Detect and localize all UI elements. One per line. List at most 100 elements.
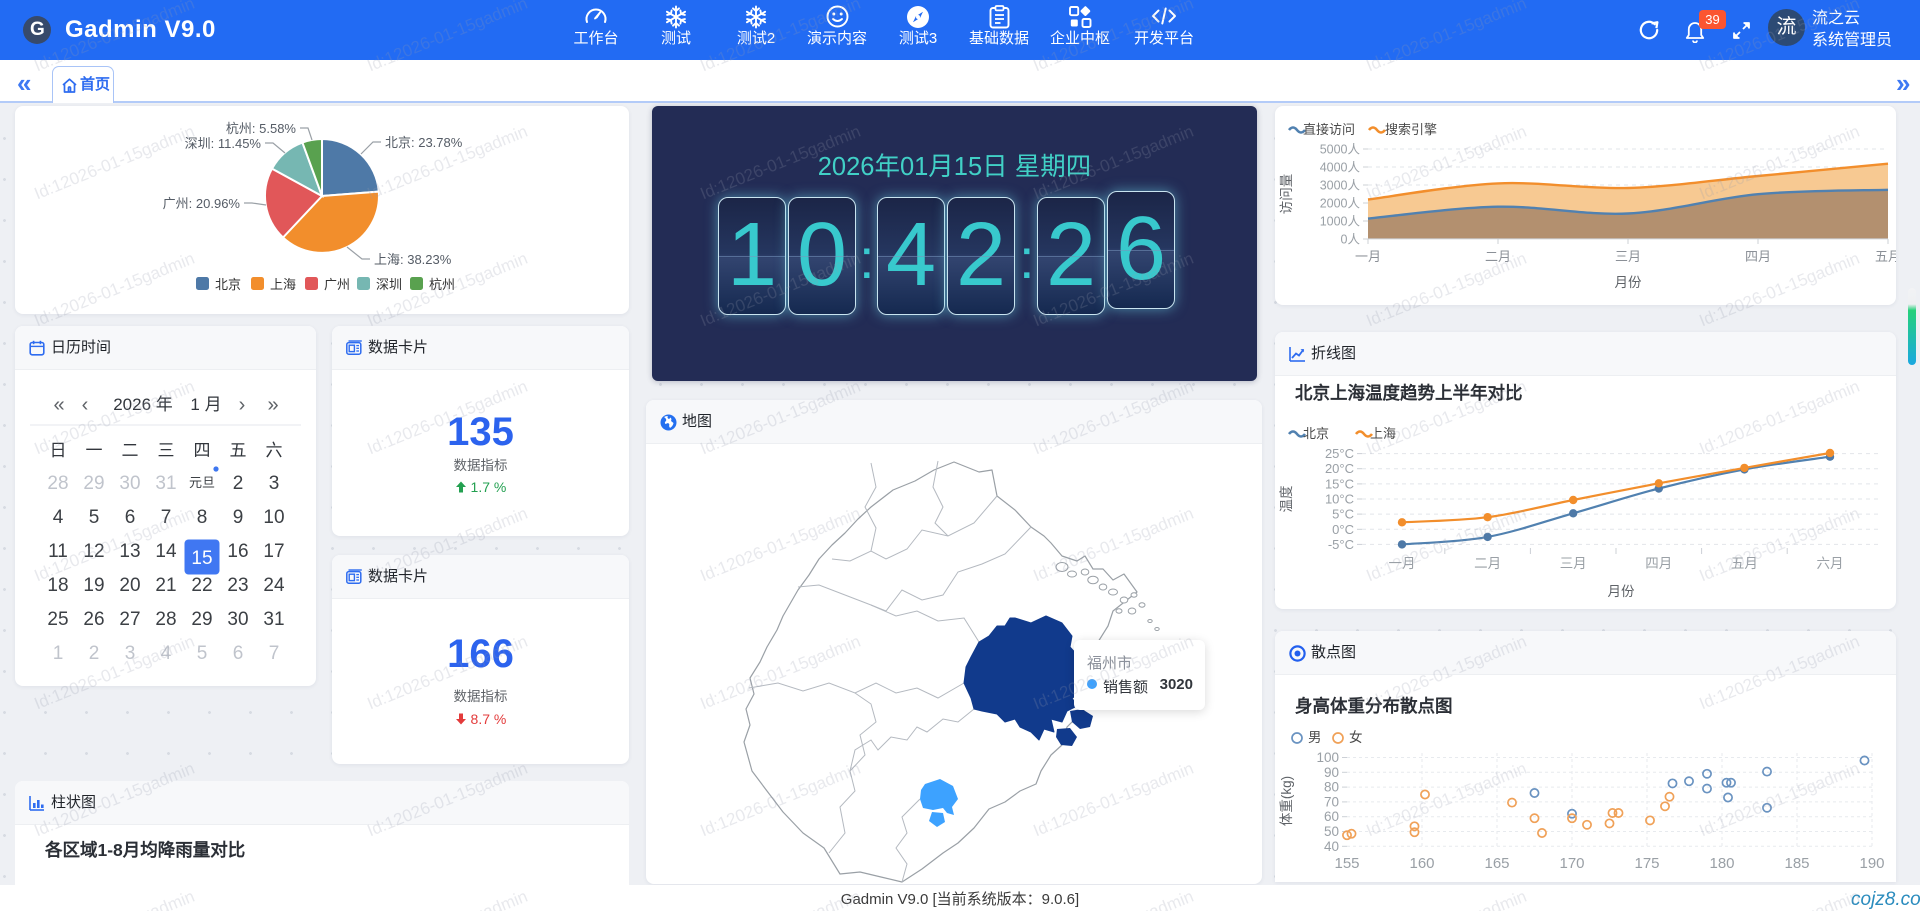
svg-text:杭州: 杭州 [429, 277, 455, 292]
svg-text:0°C: 0°C [1332, 522, 1354, 537]
svg-text:180: 180 [1709, 855, 1734, 872]
svg-text:六: 六 [266, 441, 283, 460]
svg-text:1 月: 1 月 [190, 395, 221, 414]
svg-text:24: 24 [263, 575, 285, 596]
svg-text:四月: 四月 [1745, 249, 1771, 264]
svg-text:29: 29 [191, 609, 212, 630]
svg-text:5: 5 [89, 507, 100, 528]
svg-text:广州: 广州 [324, 277, 350, 292]
svg-text:北京: 北京 [215, 277, 241, 292]
svg-text:0人: 0人 [1341, 233, 1361, 247]
svg-text:8: 8 [197, 507, 208, 528]
svg-text:北京: 北京 [1303, 426, 1329, 441]
svg-text:上海: 上海 [270, 277, 296, 292]
svg-text:3: 3 [125, 643, 136, 664]
svg-text:女: 女 [1349, 729, 1363, 745]
svg-text:四: 四 [194, 441, 211, 460]
svg-text:北京: 23.78%: 北京: 23.78% [385, 135, 463, 150]
svg-text:14: 14 [155, 541, 177, 562]
svg-text:7: 7 [269, 643, 280, 664]
svg-text:-5°C: -5°C [1328, 537, 1354, 552]
svg-text:10: 10 [263, 507, 284, 528]
svg-text:20°C: 20°C [1325, 461, 1354, 476]
svg-text:175: 175 [1634, 855, 1659, 872]
svg-text:月份: 月份 [1615, 275, 1643, 290]
svg-text:80: 80 [1324, 780, 1339, 795]
svg-text:1000人: 1000人 [1320, 215, 1361, 229]
svg-text:27: 27 [119, 609, 140, 630]
svg-text:搜索引擎: 搜索引擎 [1385, 122, 1437, 137]
svg-text:直接访问: 直接访问 [1303, 122, 1355, 137]
svg-text:6: 6 [125, 507, 136, 528]
svg-text:28: 28 [47, 473, 68, 494]
svg-text:50: 50 [1324, 824, 1339, 839]
svg-text:四月: 四月 [1645, 556, 1672, 571]
svg-text:26: 26 [83, 609, 104, 630]
svg-text:160: 160 [1409, 855, 1434, 872]
svg-text:‹: ‹ [82, 394, 89, 416]
svg-text:三月: 三月 [1560, 556, 1587, 571]
svg-text:一月: 一月 [1389, 556, 1416, 571]
svg-text:4000人: 4000人 [1320, 161, 1361, 175]
svg-text:上海: 38.23%: 上海: 38.23% [374, 252, 452, 267]
svg-text:男: 男 [1308, 730, 1322, 745]
svg-text:五月: 五月 [1875, 249, 1896, 264]
svg-text:40: 40 [1324, 839, 1339, 854]
svg-text:深圳: 11.45%: 深圳: 11.45% [185, 136, 262, 151]
svg-text:30: 30 [227, 609, 248, 630]
svg-text:25: 25 [47, 609, 68, 630]
svg-text:广州: 20.96%: 广州: 20.96% [163, 196, 241, 211]
svg-text:温度: 温度 [1279, 486, 1294, 513]
svg-text:五: 五 [230, 441, 247, 460]
svg-text:165: 165 [1484, 855, 1509, 872]
svg-text:12: 12 [83, 541, 104, 562]
svg-text:五月: 五月 [1731, 556, 1758, 571]
svg-text:5000人: 5000人 [1320, 143, 1361, 157]
svg-text:11: 11 [48, 541, 68, 562]
svg-text:9: 9 [233, 507, 244, 528]
svg-text:2000人: 2000人 [1320, 197, 1361, 211]
svg-text:155: 155 [1334, 855, 1359, 872]
svg-text:185: 185 [1784, 855, 1809, 872]
svg-text:30: 30 [119, 473, 140, 494]
svg-text:»: » [267, 394, 278, 416]
svg-text:一月: 一月 [1355, 249, 1381, 264]
svg-text:«: « [53, 394, 64, 416]
svg-text:体重(kg): 体重(kg) [1279, 776, 1294, 826]
svg-text:15: 15 [191, 548, 212, 569]
svg-text:2: 2 [233, 473, 244, 494]
svg-text:4: 4 [53, 507, 64, 528]
svg-text:22: 22 [191, 575, 212, 596]
svg-text:10°C: 10°C [1325, 492, 1354, 507]
svg-text:3000人: 3000人 [1320, 179, 1361, 193]
svg-text:13: 13 [119, 541, 140, 562]
svg-text:31: 31 [263, 609, 284, 630]
svg-text:杭州: 5.58%: 杭州: 5.58% [226, 121, 297, 136]
svg-text:23: 23 [227, 575, 248, 596]
svg-text:三: 三 [158, 441, 175, 460]
svg-text:2: 2 [89, 643, 100, 664]
svg-text:3: 3 [269, 473, 280, 494]
svg-text:18: 18 [47, 575, 68, 596]
svg-text:1: 1 [53, 643, 64, 664]
svg-text:日: 日 [50, 441, 67, 460]
svg-text:25°C: 25°C [1325, 446, 1354, 461]
svg-text:6: 6 [233, 643, 244, 664]
svg-text:5°C: 5°C [1332, 507, 1354, 522]
svg-text:21: 21 [155, 575, 176, 596]
svg-text:二月: 二月 [1485, 249, 1511, 264]
svg-text:访问量: 访问量 [1279, 174, 1294, 215]
svg-text:三月: 三月 [1615, 249, 1641, 264]
svg-text:15°C: 15°C [1325, 476, 1354, 491]
svg-text:7: 7 [161, 507, 172, 528]
svg-text:2026 年: 2026 年 [113, 395, 173, 414]
svg-text:90: 90 [1324, 765, 1339, 780]
svg-text:31: 31 [155, 473, 176, 494]
svg-text:29: 29 [83, 473, 104, 494]
svg-text:上海: 上海 [1370, 426, 1396, 441]
svg-text:二: 二 [122, 441, 139, 460]
svg-text:4: 4 [161, 643, 172, 664]
svg-text:5: 5 [197, 643, 208, 664]
svg-text:六月: 六月 [1817, 556, 1844, 571]
svg-text:元旦: 元旦 [189, 475, 215, 490]
